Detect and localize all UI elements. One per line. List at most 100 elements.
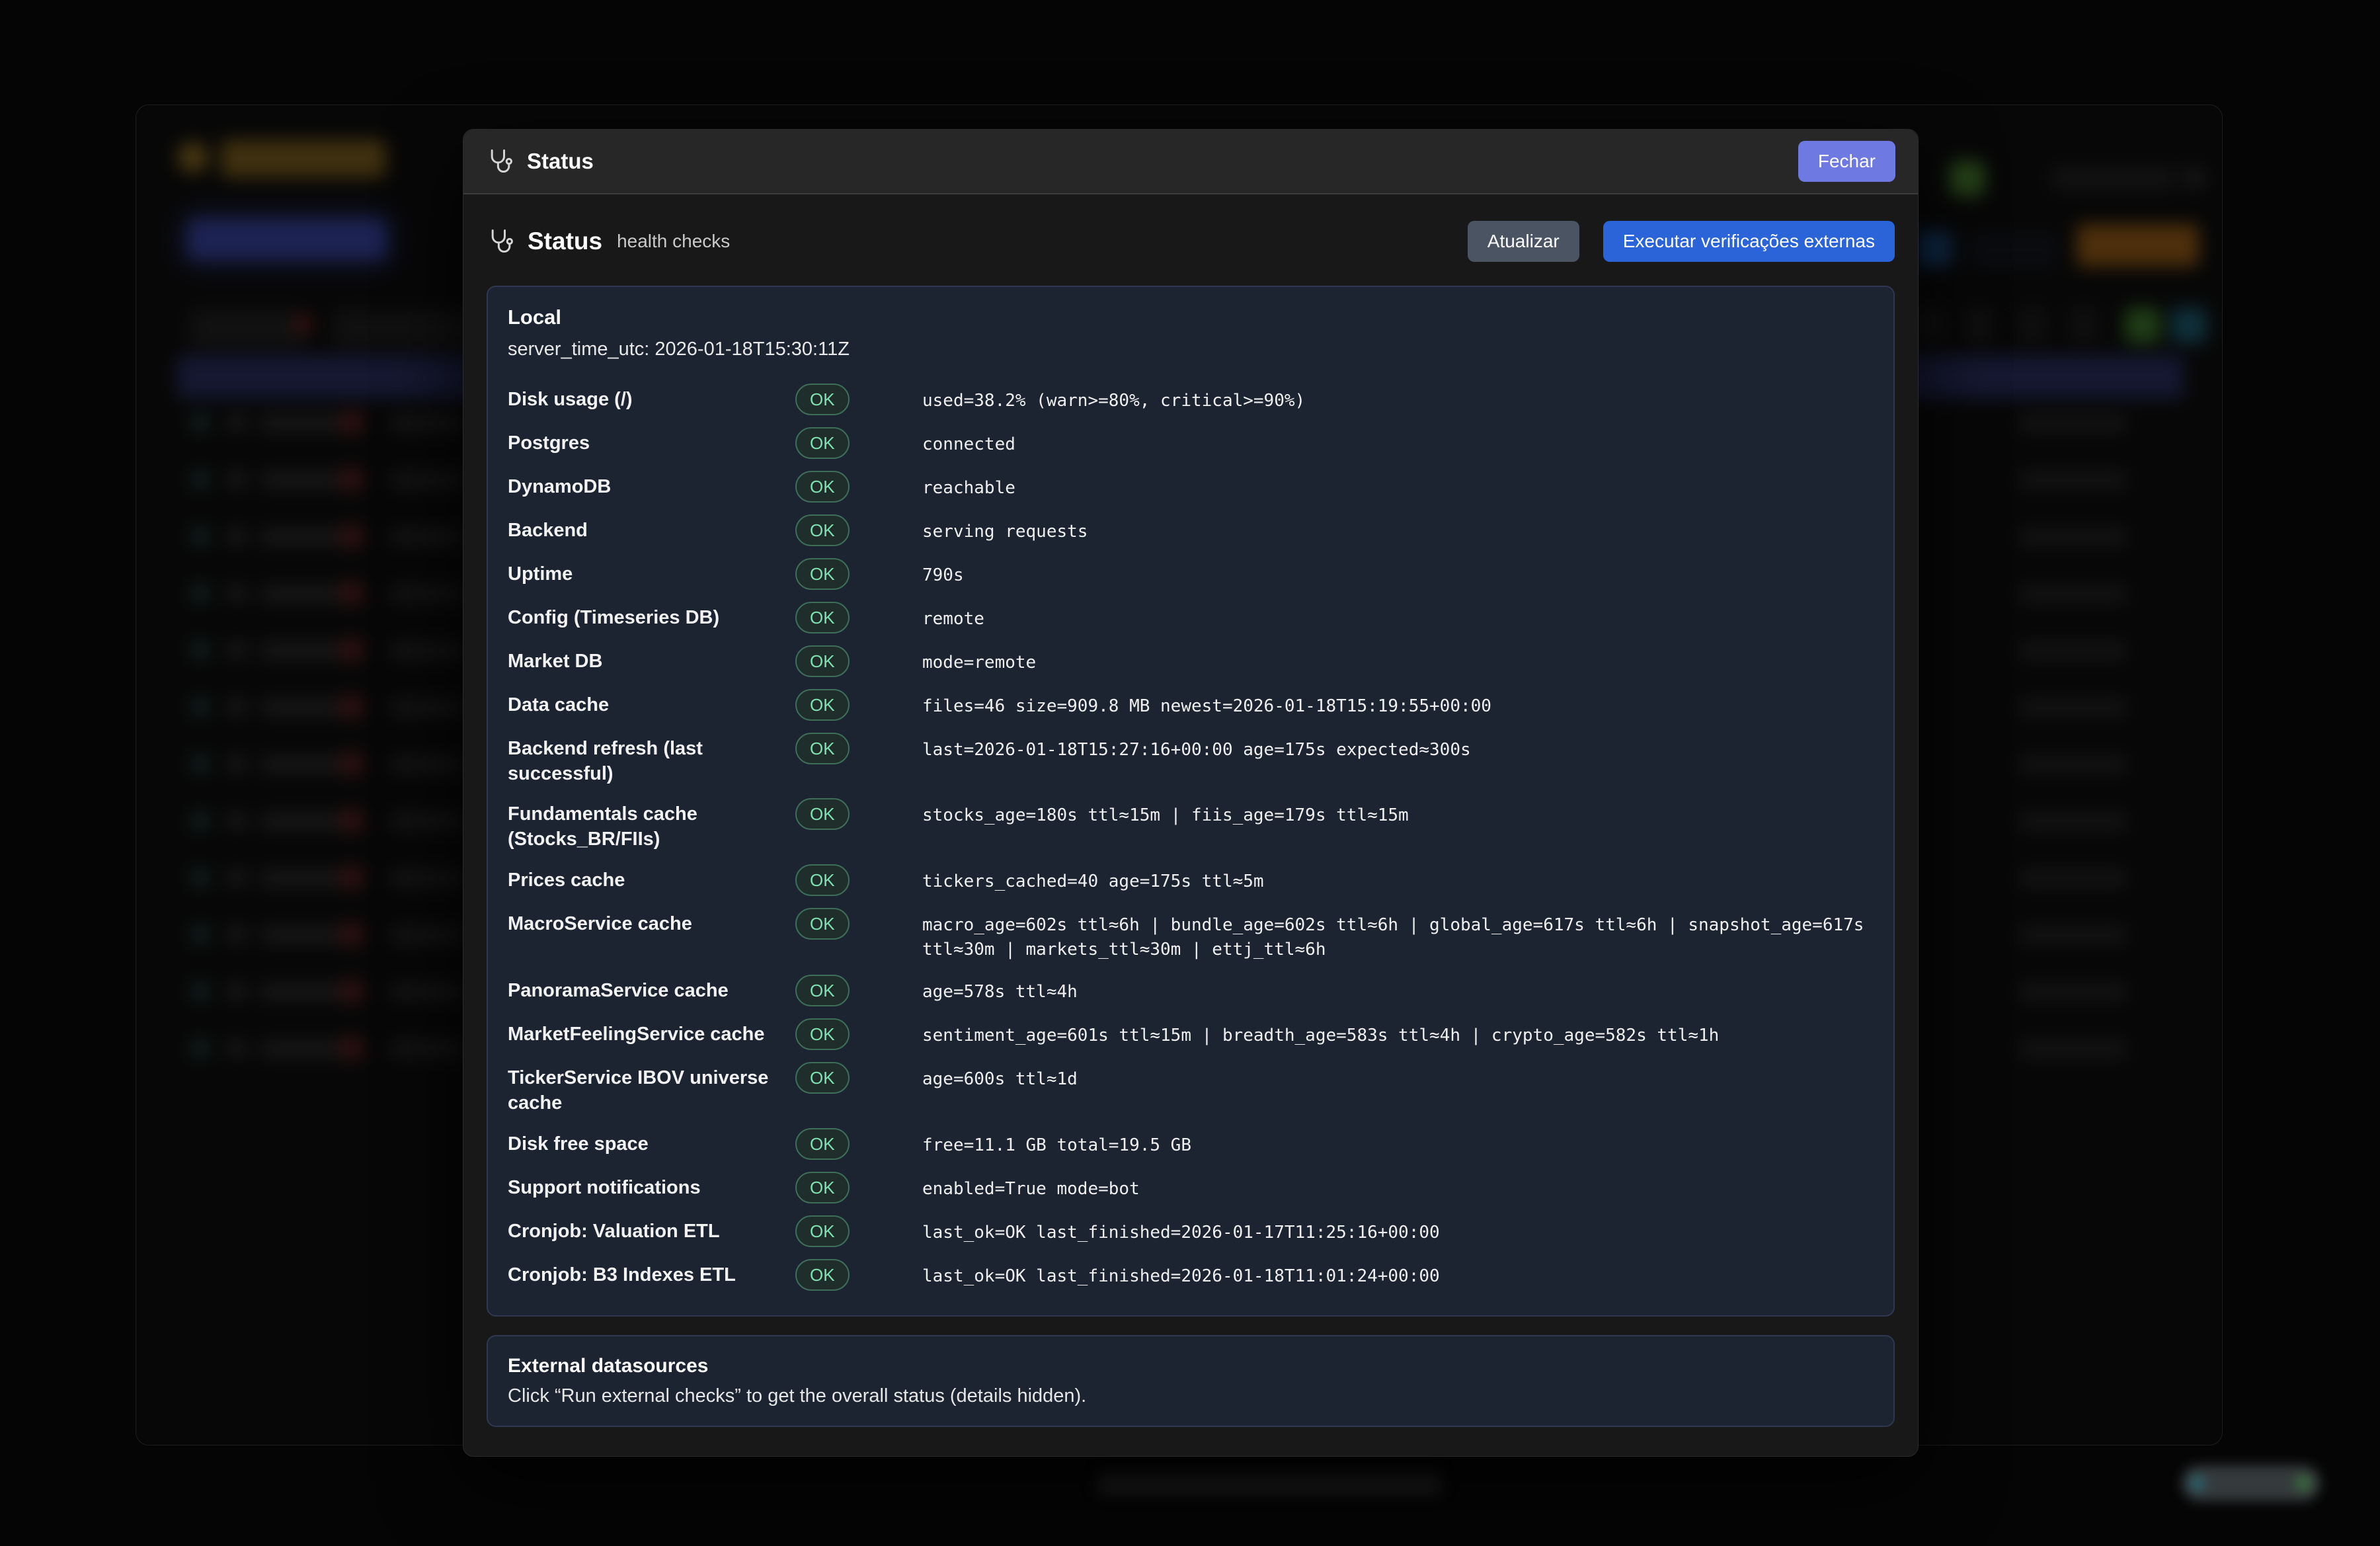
check-detail: sentiment_age=601s ttl≈15m | breadth_age… [922, 1018, 1874, 1049]
check-detail: reachable [922, 471, 1874, 501]
health-check-row: Prices cacheOKtickers_cached=40 age=175s… [508, 858, 1874, 902]
check-label: MarketFeelingService cache [508, 1018, 795, 1047]
status-badge: OK [795, 1128, 850, 1160]
status-badge: OK [795, 602, 850, 633]
check-status: OK [795, 689, 922, 721]
check-detail: last_ok=OK last_finished=2026-01-18T11:0… [922, 1259, 1874, 1289]
check-detail: files=46 size=909.8 MB newest=2026-01-18… [922, 689, 1874, 719]
status-badge: OK [795, 514, 850, 546]
status-badge: OK [795, 471, 850, 503]
status-badge: OK [795, 427, 850, 459]
status-toast [2182, 1465, 2320, 1501]
check-label: Postgres [508, 427, 795, 456]
status-badge: OK [795, 1215, 850, 1247]
check-label: PanoramaService cache [508, 975, 795, 1004]
health-check-row: Disk usage (/)OK used=38.2% (warn>=80%, c… [508, 378, 1874, 421]
check-status: OK [795, 1018, 922, 1050]
toast-dot-teal [2190, 1475, 2205, 1491]
modal-body: Status health checks Atualizar Executar … [463, 194, 1918, 1456]
status-badge: OK [795, 645, 850, 677]
check-label: Uptime [508, 558, 795, 587]
check-status: OK [795, 1259, 922, 1291]
status-badge: OK [795, 1172, 850, 1203]
server-time: server_time_utc: 2026-01-18T15:30:11Z [508, 339, 1874, 360]
check-status: OK [795, 1172, 922, 1203]
check-status: OK [795, 908, 922, 940]
check-label: Cronjob: Valuation ETL [508, 1215, 795, 1244]
check-label: Disk free space [508, 1128, 795, 1157]
health-check-row: TickerService IBOV universe cacheOK age=6… [508, 1056, 1874, 1121]
check-status: OK [795, 733, 922, 764]
health-check-row: PanoramaService cacheOK age=578s ttl≈4h [508, 969, 1874, 1012]
health-check-row: Backend refresh (last successful)OKlast=… [508, 727, 1874, 792]
health-check-row: Data cacheOK files=46 size=909.8 MB newes… [508, 683, 1874, 727]
health-check-row: MarketFeelingService cacheOK sentiment_ag… [508, 1012, 1874, 1056]
check-label: Data cache [508, 689, 795, 718]
check-status: OK [795, 427, 922, 459]
modal-title: Status [527, 149, 594, 174]
page-subtitle: health checks [617, 231, 730, 252]
status-badge: OK [795, 975, 850, 1006]
external-panel-message: Click “Run external checks” to get the o… [508, 1385, 1874, 1407]
check-detail: 790s [922, 558, 1874, 589]
modal-header: Status Fechar [463, 130, 1918, 194]
check-detail: last_ok=OK last_finished=2026-01-17T11:2… [922, 1215, 1874, 1246]
health-check-row: Fundamentals cache (Stocks_BR/FIIs)OK sto… [508, 792, 1874, 858]
background-footer [1097, 1472, 1441, 1496]
check-detail: remote [922, 602, 1874, 632]
local-checks-panel: Local server_time_utc: 2026-01-18T15:30:… [487, 286, 1895, 1317]
check-status: OK [795, 602, 922, 633]
external-datasources-panel: External datasources Click “Run external… [487, 1335, 1895, 1427]
check-label: Disk usage (/) [508, 384, 795, 413]
check-detail: age=600s ttl≈1d [922, 1062, 1874, 1092]
check-detail: age=578s ttl≈4h [922, 975, 1874, 1005]
stethoscope-icon [486, 147, 515, 176]
check-label: Market DB [508, 645, 795, 674]
status-badge: OK [795, 1259, 850, 1291]
health-check-row: Cronjob: Valuation ETLOK last_ok=OK last_… [508, 1209, 1874, 1253]
check-status: OK [795, 798, 922, 830]
local-panel-title: Local [508, 305, 1874, 329]
status-badge: OK [795, 1062, 850, 1094]
status-badge: OK [795, 908, 850, 940]
check-detail: stocks_age=180s ttl≈15m | fiis_age=179s … [922, 798, 1874, 829]
check-detail: mode=remote [922, 645, 1874, 676]
health-check-row: Config (Timeseries DB)OKremote [508, 596, 1874, 639]
status-modal: Status Fechar Status health checks Atual… [463, 129, 1919, 1457]
check-detail: serving requests [922, 514, 1874, 545]
health-check-row: Market DBOK mode=remote [508, 639, 1874, 683]
close-button[interactable]: Fechar [1798, 141, 1895, 182]
status-badge: OK [795, 689, 850, 721]
run-external-checks-button[interactable]: Executar verificações externas [1603, 221, 1895, 262]
refresh-button[interactable]: Atualizar [1468, 221, 1579, 262]
check-status: OK [795, 514, 922, 546]
status-badge: OK [795, 798, 850, 830]
check-status: OK [795, 1215, 922, 1247]
health-check-row: Disk free spaceOK free=11.1 GB total=19.5… [508, 1122, 1874, 1166]
check-detail: free=11.1 GB total=19.5 GB [922, 1128, 1874, 1159]
check-status: OK [795, 1128, 922, 1160]
check-detail: connected [922, 427, 1874, 458]
check-label: TickerService IBOV universe cache [508, 1062, 795, 1116]
check-label: Prices cache [508, 864, 795, 893]
check-detail: tickers_cached=40 age=175s ttl≈5m [922, 864, 1874, 895]
check-detail: last=2026-01-18T15:27:16+00:00 age=175s … [922, 733, 1874, 763]
health-check-row: DynamoDBOKreachable [508, 465, 1874, 509]
check-status: OK [795, 384, 922, 415]
check-detail: used=38.2% (warn>=80%, critical>=90%) [922, 384, 1874, 414]
status-badge: OK [795, 384, 850, 415]
external-panel-title: External datasources [508, 1355, 1874, 1377]
check-label: Fundamentals cache (Stocks_BR/FIIs) [508, 798, 795, 852]
check-status: OK [795, 1062, 922, 1094]
check-detail: macro_age=602s ttl≈6h | bundle_age=602s … [922, 908, 1874, 963]
check-status: OK [795, 645, 922, 677]
status-badge: OK [795, 558, 850, 590]
check-status: OK [795, 558, 922, 590]
health-check-row: Cronjob: B3 Indexes ETLOKlast_ok=OK last… [508, 1253, 1874, 1297]
status-badge: OK [795, 1018, 850, 1050]
check-label: MacroService cache [508, 908, 795, 937]
check-status: OK [795, 975, 922, 1006]
stethoscope-icon [487, 227, 516, 256]
health-check-row: PostgresOK connected [508, 421, 1874, 465]
toast-dot-green [2295, 1475, 2311, 1491]
